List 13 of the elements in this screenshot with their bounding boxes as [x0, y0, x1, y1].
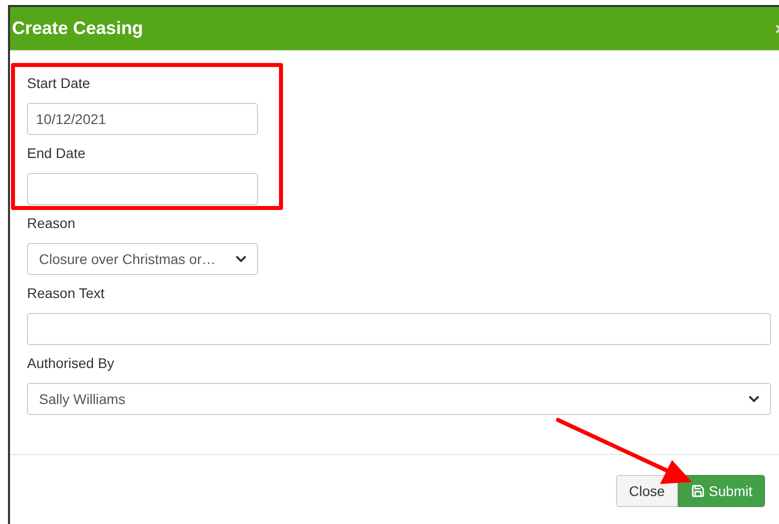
select-field[interactable]: Closure over Christmas or…: [27, 243, 258, 275]
field-label: Authorised By: [27, 354, 114, 373]
close-button[interactable]: Close: [616, 475, 678, 507]
field-label: Reason Text: [27, 284, 105, 303]
input-field[interactable]: [27, 173, 258, 205]
input-field[interactable]: [27, 313, 771, 345]
input-field[interactable]: 10/12/2021: [27, 103, 258, 135]
field-label: End Date: [27, 144, 86, 163]
save-icon: [690, 484, 705, 498]
select-field[interactable]: Sally Williams: [27, 383, 771, 415]
field-label: Start Date: [27, 74, 90, 93]
dialog-title: Create Ceasing: [12, 17, 144, 40]
field-label: Reason: [27, 214, 76, 233]
